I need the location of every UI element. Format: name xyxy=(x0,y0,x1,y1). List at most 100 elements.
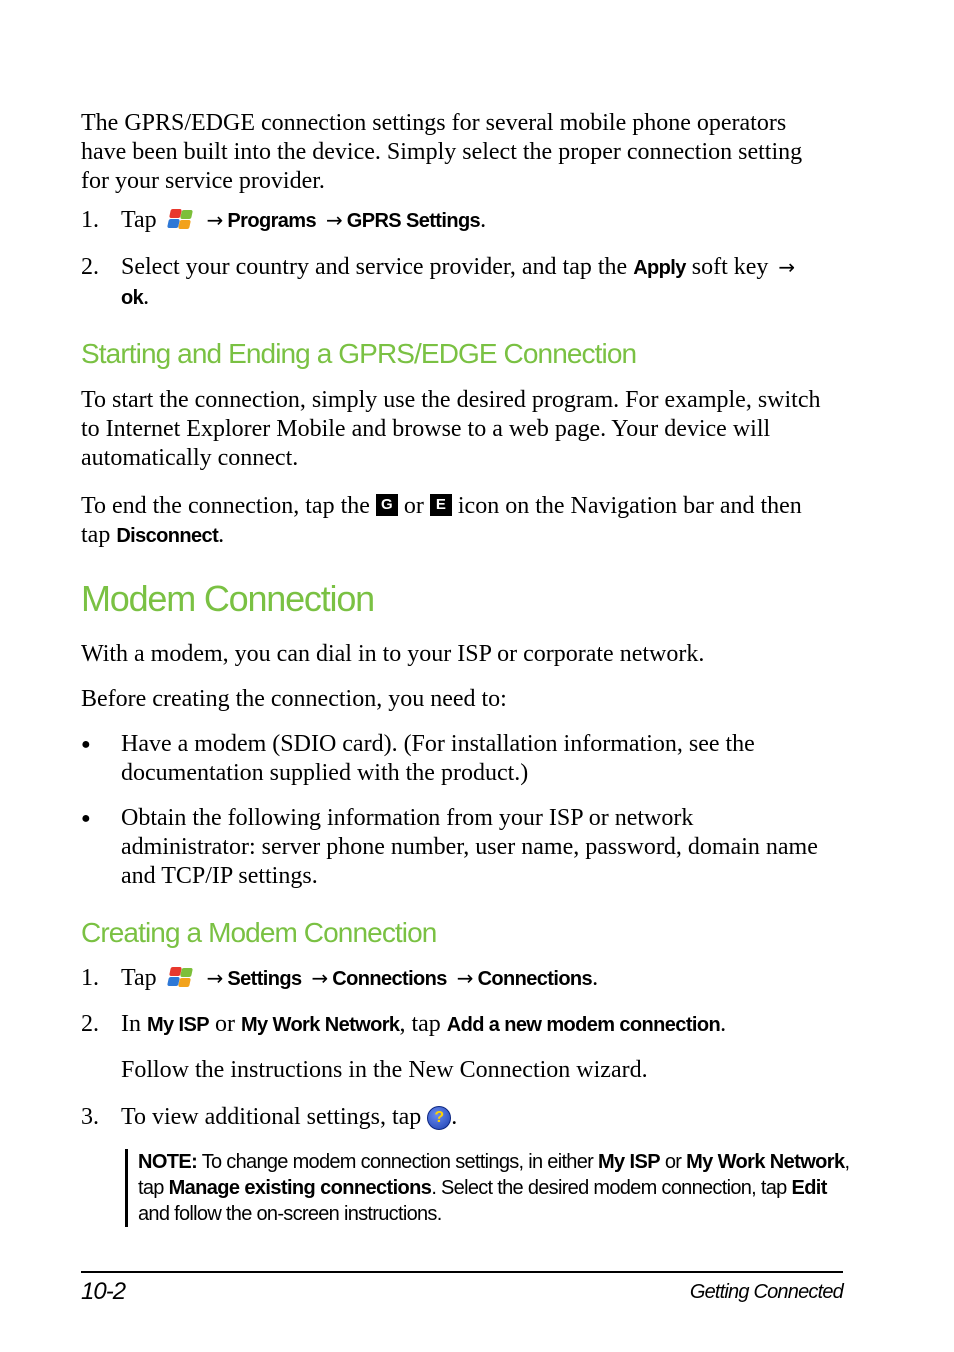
step-number: 2. xyxy=(81,254,99,280)
text: tap xyxy=(138,1177,164,1199)
creating-step-2: 2. In My ISP or My Work Network, tap Add… xyxy=(81,1010,843,1090)
step-prefix: Tap xyxy=(121,965,157,991)
arrow-icon: → xyxy=(456,966,474,990)
menu-path-connections: Connections xyxy=(332,968,447,990)
text: To change modem connection settings, in … xyxy=(201,1151,594,1173)
section-heading-start-end: Starting and Ending a GPRS/EDGE Connecti… xyxy=(81,338,637,369)
bullet-line: administrator: server phone number, user… xyxy=(121,834,818,860)
bullet-line: documentation supplied with the product.… xyxy=(121,760,529,786)
text: In xyxy=(121,1011,141,1037)
section-heading-creating: Creating a Modem Connection xyxy=(81,917,437,948)
add-modem-connection-label: Add a new modem connection xyxy=(446,1014,721,1036)
page-number: 10-2 xyxy=(81,1278,126,1305)
text: Select your country and service provider… xyxy=(121,254,628,280)
intro-line: have been built into the device. Simply … xyxy=(81,139,803,165)
my-work-network-label: My Work Network xyxy=(686,1151,845,1173)
note-box: NOTE: To change modem connection setting… xyxy=(125,1149,858,1227)
creating-step-3: 3. To view additional settings, tap ?. xyxy=(81,1103,843,1133)
text: or xyxy=(664,1151,682,1173)
step-number: 1. xyxy=(81,207,99,233)
arrow-icon: → xyxy=(206,966,224,990)
edge-e-icon: E xyxy=(429,494,452,516)
end-paragraph: To end the connection, tap the G or E ic… xyxy=(81,492,843,551)
text: , xyxy=(844,1151,851,1173)
paragraph-line: tap Disconnect. xyxy=(81,521,843,551)
step-text: In My ISP or My Work Network, tap Add a … xyxy=(121,1010,843,1085)
period: . xyxy=(592,965,599,991)
windows-start-icon xyxy=(166,208,193,230)
text: , tap xyxy=(399,1011,441,1037)
bullet-icon: ● xyxy=(81,810,91,827)
step-followup: Follow the instructions in the New Conne… xyxy=(121,1057,648,1083)
step-line: ok. xyxy=(121,283,843,313)
footer-divider xyxy=(81,1271,843,1273)
windows-start-icon xyxy=(166,966,193,988)
menu-path-programs: Programs xyxy=(227,210,316,232)
apply-label: Apply xyxy=(633,257,686,279)
step-line: In My ISP or My Work Network, tap Add a … xyxy=(121,1010,843,1040)
manage-connections-label: Manage existing connections xyxy=(168,1177,432,1199)
text: soft key xyxy=(691,254,769,280)
bullet-line: and TCP/IP settings. xyxy=(121,863,318,889)
start-paragraph: To start the connection, simply use the … xyxy=(81,386,843,473)
modem-paragraph-1: With a modem, you can dial in to your IS… xyxy=(81,641,705,667)
bullet-line: Have a modem (SDIO card). (For installat… xyxy=(121,731,755,757)
step-number: 2. xyxy=(81,1011,99,1037)
step-text: Tap → Settings → Connections → Connections. xyxy=(121,964,843,994)
step-number: 3. xyxy=(81,1104,99,1130)
intro-line: for your service provider. xyxy=(81,168,325,194)
my-isp-label: My ISP xyxy=(597,1151,661,1173)
paragraph-line: To end the connection, tap the G or E ic… xyxy=(81,492,843,521)
intro-paragraph: The GPRS/EDGE connection settings for se… xyxy=(81,109,843,196)
text: To view additional settings, tap xyxy=(121,1104,422,1130)
bullet-icon: ● xyxy=(81,736,91,753)
modem-paragraph-2: Before creating the connection, you need… xyxy=(81,686,507,712)
main-heading-modem: Modem Connection xyxy=(81,578,375,619)
paragraph-line: To start the connection, simply use the … xyxy=(81,387,821,413)
text: . Select the desired modem connection, t… xyxy=(431,1177,787,1199)
bullet-item: ● Have a modem (SDIO card). (For install… xyxy=(81,730,843,790)
step-text: To view additional settings, tap ?. xyxy=(121,1103,843,1132)
disconnect-label: Disconnect xyxy=(116,525,219,547)
bullet-line: Obtain the following information from yo… xyxy=(121,805,694,831)
paragraph-line: automatically connect. xyxy=(81,445,299,471)
menu-path-settings: Settings xyxy=(227,968,302,990)
period: . xyxy=(143,284,150,310)
step-number: 1. xyxy=(81,965,99,991)
arrow-icon: → xyxy=(206,208,224,232)
paragraph-line: to Internet Explorer Mobile and browse t… xyxy=(81,416,771,442)
step-prefix: Tap xyxy=(121,207,157,233)
period: . xyxy=(720,1011,727,1037)
text: tap xyxy=(81,522,111,548)
gprs-step-1: 1. Tap → Programs → GPRS Settings. xyxy=(81,206,843,236)
period: . xyxy=(451,1104,458,1130)
gprs-step-2: 2. Select your country and service provi… xyxy=(81,253,843,313)
menu-path-gprs-settings: GPRS Settings xyxy=(346,210,481,232)
note-line: and follow the on-screen instructions. xyxy=(138,1203,442,1225)
step-text: Select your country and service provider… xyxy=(121,253,843,313)
gprs-g-icon: G xyxy=(375,494,398,516)
chapter-title: Getting Connected xyxy=(689,1281,844,1303)
my-isp-label: My ISP xyxy=(147,1014,210,1036)
step-text: Tap → Programs → GPRS Settings. xyxy=(121,206,843,236)
text: To end the connection, tap the xyxy=(81,493,370,519)
period: . xyxy=(218,522,225,548)
intro-line: The GPRS/EDGE connection settings for se… xyxy=(81,110,787,136)
note-line: NOTE: To change modem connection setting… xyxy=(138,1149,858,1175)
note-label: NOTE: xyxy=(138,1151,198,1173)
ok-label: ok xyxy=(121,287,144,309)
text: or xyxy=(403,493,424,519)
note-line: tap Manage existing connections. Select … xyxy=(138,1175,858,1201)
arrow-icon: → xyxy=(778,255,796,279)
menu-path-connections-tab: Connections xyxy=(477,968,593,990)
creating-step-1: 1. Tap → Settings → Connections → Connectio… xyxy=(81,964,843,994)
bullet-text: Have a modem (SDIO card). (For installat… xyxy=(121,730,843,788)
arrow-icon: → xyxy=(325,208,343,232)
period: . xyxy=(480,207,487,233)
bullet-text: Obtain the following information from yo… xyxy=(121,804,843,891)
help-icon: ? xyxy=(427,1106,452,1130)
text: or xyxy=(214,1011,235,1037)
text: icon on the Navigation bar and then xyxy=(457,493,802,519)
arrow-icon: → xyxy=(311,966,329,990)
edit-label: Edit xyxy=(791,1177,827,1199)
